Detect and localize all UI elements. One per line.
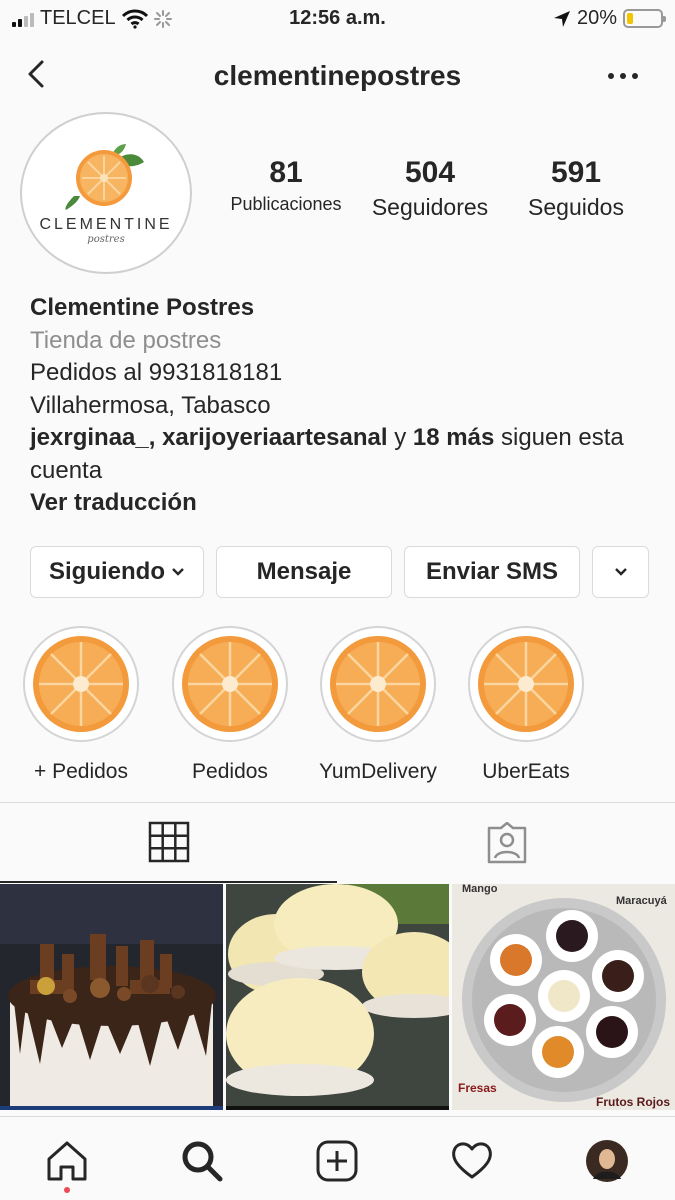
post-thumbnail[interactable]: Mango Maracuyá Fresas Frutos Rojos bbox=[452, 884, 675, 1110]
post-thumbnail[interactable] bbox=[0, 884, 223, 1110]
profile-stats: 81 Publicaciones 504 Seguidores 591 Segu… bbox=[212, 156, 652, 221]
highlight-label: YumDelivery bbox=[319, 760, 437, 783]
search-icon bbox=[182, 1141, 223, 1182]
highlight-item[interactable]: + Pedidos bbox=[6, 626, 156, 784]
tart-label-fresas: Fresas bbox=[458, 1081, 497, 1095]
profile-avatar-icon bbox=[586, 1140, 628, 1182]
stat-value: 81 bbox=[269, 156, 303, 189]
status-bar: TELCEL 12:56 a.m. 20% bbox=[0, 0, 675, 38]
logo-subtext: postres bbox=[87, 233, 125, 245]
highlight-item[interactable]: Pedidos bbox=[155, 626, 305, 784]
nav-new-post[interactable] bbox=[313, 1137, 361, 1185]
message-button[interactable]: Mensaje bbox=[216, 546, 392, 598]
highlight-item[interactable]: UberEats bbox=[451, 626, 601, 784]
tart-label-frutos-rojos: Frutos Rojos bbox=[596, 1095, 670, 1109]
highlight-cover bbox=[23, 626, 139, 742]
tab-grid[interactable] bbox=[0, 803, 337, 883]
stat-following[interactable]: 591 Seguidos bbox=[500, 156, 652, 221]
bio-line[interactable]: Pedidos al 9931818181 bbox=[30, 357, 650, 390]
nav-search[interactable] bbox=[178, 1137, 226, 1185]
followed-by-more[interactable]: 18 más bbox=[413, 424, 494, 451]
grid-icon bbox=[148, 821, 189, 863]
followed-by[interactable]: jexrginaa_, xarijoyeriaartesanal y 18 má… bbox=[30, 422, 650, 487]
nav-home[interactable] bbox=[43, 1137, 91, 1185]
translate-link[interactable]: Ver traducción bbox=[30, 487, 650, 520]
suggestions-button[interactable] bbox=[592, 546, 649, 598]
tart-label-maracuya: Maracuyá bbox=[616, 895, 668, 907]
highlight-label: UberEats bbox=[482, 760, 570, 783]
stat-followers[interactable]: 504 Seguidores bbox=[360, 156, 500, 221]
location-arrow-icon bbox=[553, 10, 570, 27]
sms-label: Enviar SMS bbox=[425, 558, 559, 585]
orange-slice-icon bbox=[182, 636, 278, 732]
home-activity-dot bbox=[64, 1187, 70, 1193]
sms-button[interactable]: Enviar SMS bbox=[404, 546, 580, 598]
stat-posts[interactable]: 81 Publicaciones bbox=[212, 156, 360, 221]
followed-by-users[interactable]: jexrginaa_, xarijoyeriaartesanal bbox=[30, 424, 388, 451]
tagged-icon bbox=[487, 822, 526, 864]
heart-icon bbox=[452, 1142, 492, 1179]
following-label: Siguiendo bbox=[49, 558, 165, 585]
post-grid: Mango Maracuyá Fresas Frutos Rojos bbox=[0, 884, 675, 1114]
highlight-cover bbox=[468, 626, 584, 742]
battery-percent: 20% bbox=[576, 7, 617, 29]
orange-logo-icon bbox=[65, 143, 144, 210]
post-thumbnail[interactable] bbox=[226, 884, 449, 1110]
bio-line: Villahermosa, Tabasco bbox=[30, 391, 271, 419]
stat-label: Seguidos bbox=[528, 194, 624, 220]
tab-tagged[interactable] bbox=[338, 803, 675, 883]
stat-value: 504 bbox=[404, 156, 456, 189]
page-title: clementinepostres bbox=[213, 60, 462, 91]
orange-slice-icon bbox=[478, 636, 574, 732]
profile-bio: Clementine Postres Tienda de postres Ped… bbox=[30, 292, 650, 520]
story-highlights: + Pedidos Pedidos YumDelivery UberEats bbox=[0, 626, 675, 786]
more-options-icon[interactable] bbox=[603, 62, 643, 90]
bottom-nav bbox=[0, 1116, 675, 1200]
profile-tabs bbox=[0, 802, 675, 883]
profile-avatar[interactable]: CLEMENTINE postres bbox=[20, 112, 192, 274]
cake-image bbox=[0, 884, 223, 1110]
highlight-label: + Pedidos bbox=[34, 760, 128, 783]
profile-category: Tienda de postres bbox=[30, 326, 222, 354]
alfajores-image bbox=[226, 884, 449, 1110]
chevron-down-icon bbox=[614, 568, 627, 576]
tartlets-image: Mango Maracuyá Fresas Frutos Rojos bbox=[452, 884, 675, 1110]
profile-name: Clementine Postres bbox=[30, 294, 255, 321]
add-post-icon bbox=[316, 1140, 358, 1182]
message-label: Mensaje bbox=[256, 558, 352, 585]
highlight-label: Pedidos bbox=[192, 760, 268, 783]
nav-activity[interactable] bbox=[448, 1137, 496, 1185]
highlight-cover bbox=[320, 626, 436, 742]
highlight-item[interactable]: YumDelivery bbox=[303, 626, 453, 784]
stat-value: 591 bbox=[550, 156, 602, 189]
tart-label-mango: Mango bbox=[462, 884, 498, 895]
profile-header: clementinepostres bbox=[0, 48, 675, 104]
battery-icon bbox=[623, 9, 666, 28]
stat-label: Seguidores bbox=[371, 194, 489, 220]
orange-slice-icon bbox=[330, 636, 426, 732]
avatar-logo: CLEMENTINE postres bbox=[27, 118, 185, 268]
stat-label: Publicaciones bbox=[230, 194, 342, 214]
action-buttons: Siguiendo Mensaje Enviar SMS bbox=[30, 546, 649, 598]
orange-slice-icon bbox=[33, 636, 129, 732]
home-icon bbox=[47, 1141, 87, 1181]
chevron-down-icon bbox=[172, 568, 184, 576]
followed-by-connector: y bbox=[387, 424, 413, 451]
nav-profile[interactable] bbox=[583, 1137, 631, 1185]
highlight-cover bbox=[172, 626, 288, 742]
logo-text: CLEMENTINE bbox=[39, 215, 173, 233]
following-button[interactable]: Siguiendo bbox=[30, 546, 204, 598]
